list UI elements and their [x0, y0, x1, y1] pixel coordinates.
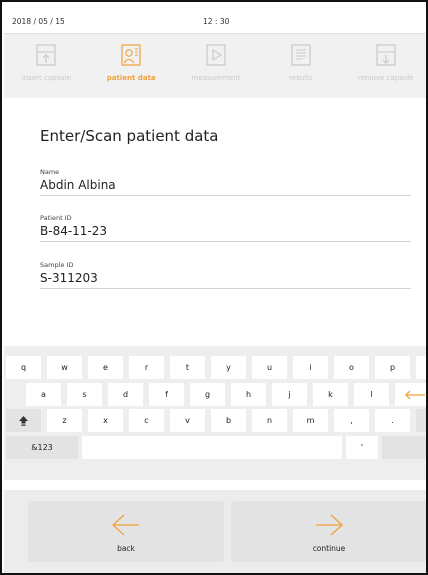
step-label: insert capsule [21, 74, 71, 82]
status-bar: 2018 / 05 / 15 12 : 30 [4, 4, 426, 34]
step-label: remove capsule [357, 74, 414, 82]
key-t[interactable]: t [170, 356, 205, 379]
key-f[interactable]: f [149, 383, 184, 406]
name-field-value[interactable]: Abdin Albina [40, 177, 411, 195]
back-button[interactable]: back [28, 501, 224, 562]
key-u[interactable]: u [252, 356, 287, 379]
step-remove-capsule[interactable]: remove capsule [343, 34, 426, 98]
shift-key-right[interactable] [416, 409, 426, 432]
key-m[interactable]: m [293, 409, 328, 432]
name-field-label: Name [40, 168, 60, 176]
step-label: patient data [106, 74, 156, 82]
status-time: 12 : 30 [203, 17, 230, 26]
step-label: measurement [191, 74, 241, 82]
key-apostrophe[interactable]: ' [346, 436, 378, 459]
step-patient-data[interactable]: patient data [89, 34, 174, 98]
page-title: Enter/Scan patient data [40, 127, 219, 145]
insert-capsule-icon [36, 44, 56, 66]
key-y[interactable]: y [211, 356, 246, 379]
enter-key[interactable] [395, 383, 426, 406]
results-icon [291, 44, 311, 66]
arrow-right-icon [316, 514, 343, 536]
key-e[interactable]: e [88, 356, 123, 379]
shift-key-left[interactable] [6, 409, 41, 432]
step-measurement[interactable]: measurement [174, 34, 259, 98]
enter-icon [405, 390, 425, 399]
play-icon [206, 44, 226, 66]
on-screen-keyboard: q w e r t y u i o p a s d f g h j k l z x c v b n m,. &123 ' [4, 346, 426, 480]
workflow-steps: insert capsule patient data measurement [4, 34, 426, 98]
backspace-key[interactable] [416, 356, 426, 379]
patient-id-field-value[interactable]: B-84-11-23 [40, 223, 411, 241]
key-k[interactable]: k [313, 383, 348, 406]
sample-id-field[interactable]: Sample ID S-311203 [40, 261, 411, 289]
shift-icon [19, 415, 28, 426]
key-b[interactable]: b [211, 409, 246, 432]
symbols-key[interactable]: &123 [6, 436, 78, 459]
key-s[interactable]: s [67, 383, 102, 406]
patient-data-icon [121, 44, 141, 66]
step-label: results [289, 74, 313, 82]
status-date: 2018 / 05 / 15 [12, 17, 65, 26]
key-z[interactable]: z [47, 409, 82, 432]
key-n[interactable]: n [252, 409, 287, 432]
space-key[interactable] [82, 436, 342, 459]
footer-nav: back continue [4, 490, 426, 573]
key-r[interactable]: r [129, 356, 164, 379]
key-v[interactable]: v [170, 409, 205, 432]
continue-button-label: continue [312, 544, 346, 553]
key-c[interactable]: c [129, 409, 164, 432]
key-l[interactable]: l [354, 383, 389, 406]
key-j[interactable]: j [272, 383, 307, 406]
sample-id-field-value[interactable]: S-311203 [40, 270, 411, 288]
sample-id-field-label: Sample ID [40, 261, 74, 269]
arrow-left-icon [112, 514, 139, 536]
blank-key[interactable] [382, 436, 426, 459]
key-period[interactable]: . [375, 409, 410, 432]
key-h[interactable]: h [231, 383, 266, 406]
remove-capsule-icon [375, 44, 396, 66]
key-comma[interactable]: , [334, 409, 369, 432]
name-field[interactable]: Name Abdin Albina [40, 168, 411, 196]
back-button-label: back [117, 544, 135, 553]
key-a[interactable]: a [26, 383, 61, 406]
continue-button[interactable]: continue [231, 501, 426, 562]
key-d[interactable]: d [108, 383, 143, 406]
step-insert-capsule[interactable]: insert capsule [4, 34, 89, 98]
key-o[interactable]: o [334, 356, 369, 379]
patient-id-field[interactable]: Patient ID B-84-11-23 [40, 214, 411, 242]
key-w[interactable]: w [47, 356, 82, 379]
key-g[interactable]: g [190, 383, 225, 406]
key-i[interactable]: i [293, 356, 328, 379]
app-frame: 2018 / 05 / 15 12 : 30 insert capsule pa… [0, 0, 428, 575]
key-x[interactable]: x [88, 409, 123, 432]
key-q[interactable]: q [6, 356, 41, 379]
patient-id-field-label: Patient ID [40, 214, 72, 222]
step-results[interactable]: results [258, 34, 343, 98]
key-p[interactable]: p [375, 356, 410, 379]
